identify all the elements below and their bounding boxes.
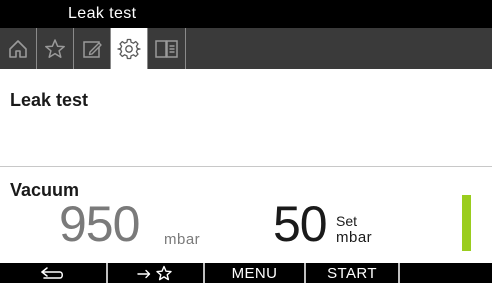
tab-manual[interactable]	[148, 28, 186, 69]
tab-settings[interactable]	[111, 28, 148, 69]
start-softkey[interactable]: START	[306, 263, 400, 283]
softkey-bar: MENU START	[0, 263, 492, 283]
actual-pressure-unit: mbar	[164, 231, 201, 248]
back-softkey[interactable]	[0, 263, 108, 283]
tab-home[interactable]	[0, 28, 37, 69]
page-header: Leak test	[0, 69, 492, 167]
book-icon	[154, 39, 178, 58]
tab-edit[interactable]	[74, 28, 111, 69]
edit-icon	[83, 40, 102, 58]
star-icon	[45, 38, 65, 58]
window-title: Leak test	[68, 5, 137, 22]
device-screen: Leak test Leak test Vacuum 950 mbar 50 S…	[0, 0, 492, 283]
menu-softkey-label: MENU	[231, 264, 278, 282]
arrow-to-favorites-icon	[136, 265, 172, 281]
setpoint-value[interactable]: 50	[273, 195, 328, 253]
tab-favorites[interactable]	[37, 28, 74, 69]
home-icon	[9, 39, 27, 58]
title-bar: Leak test	[0, 0, 492, 28]
menu-softkey[interactable]: MENU	[205, 263, 306, 283]
back-arrow-icon	[41, 267, 63, 279]
setpoint-unit: mbar	[336, 229, 373, 246]
status-indicator-bar	[462, 195, 471, 251]
tab-bar	[0, 28, 492, 69]
actual-pressure-value: 950	[59, 196, 140, 252]
empty-softkey[interactable]	[400, 263, 492, 283]
add-to-favorites-softkey[interactable]	[108, 263, 205, 283]
gear-icon	[117, 38, 141, 59]
setpoint-label: Set	[336, 213, 358, 229]
start-softkey-label: START	[327, 264, 377, 282]
page-title: Leak test	[10, 90, 89, 110]
